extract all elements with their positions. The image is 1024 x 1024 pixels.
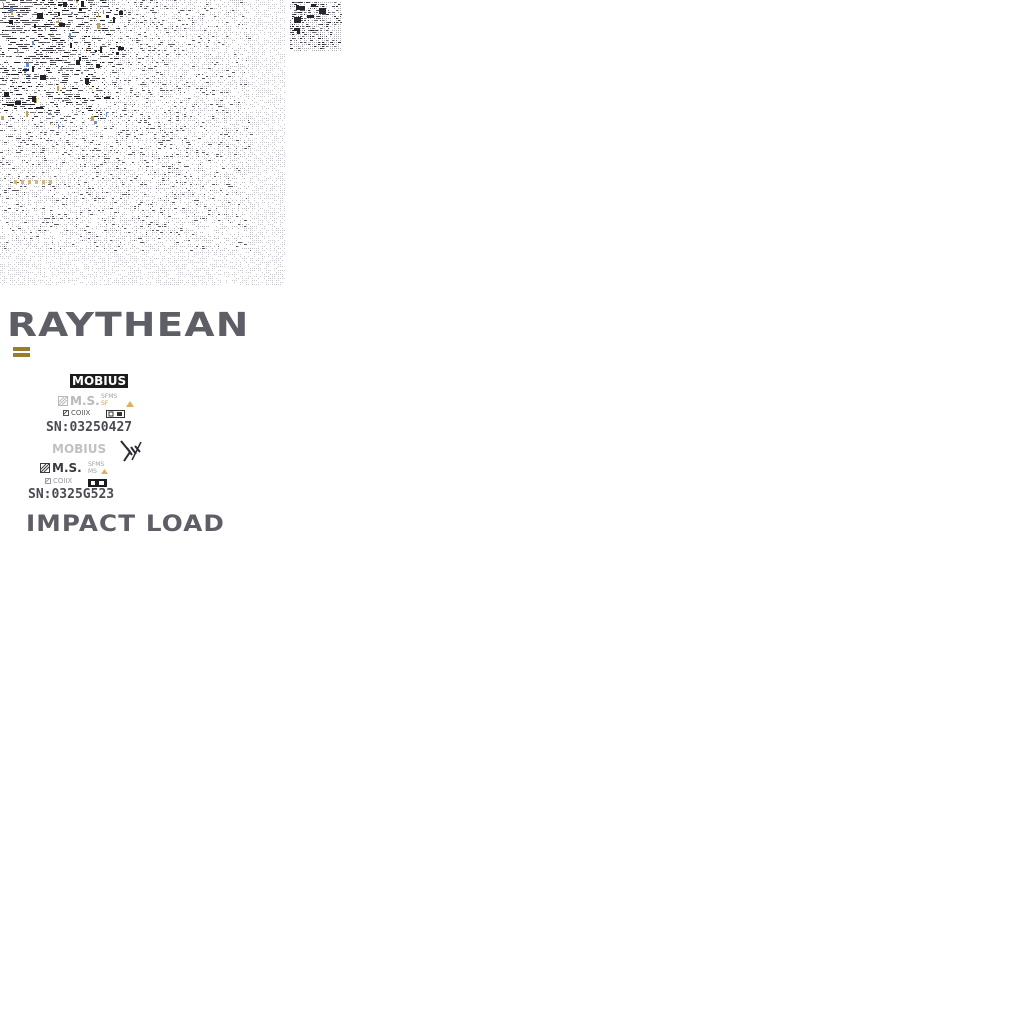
greeble-chip-tile — [290, 2, 342, 51]
greeble-texture-atlas — [0, 0, 285, 285]
coiix-label: COIIX — [53, 477, 73, 485]
triangle-icon — [101, 469, 108, 474]
ms-mark: M.S. — [52, 461, 82, 475]
impact-load-label: IMPACT LOAD — [26, 512, 225, 537]
connector-badge-icon — [106, 410, 125, 418]
mobius-logo-light: MOBIUS — [52, 442, 107, 456]
coiix-label: COIIX — [71, 409, 91, 417]
brand-wordmark: RAYTHEAN — [7, 305, 250, 344]
texture-sheet: RAYTHEAN MOBIUS M.S. SFMS SF COIIX SN:03… — [0, 0, 1024, 1024]
connector-badge-icon — [88, 479, 107, 487]
hatch-square-small-icon — [63, 410, 69, 416]
wing-emblem-icon — [120, 440, 142, 462]
hatch-square-dark-icon — [40, 463, 50, 473]
triangle-icon — [126, 401, 134, 407]
ms-small-label: MS — [88, 468, 97, 475]
hatch-square-icon — [58, 396, 68, 406]
sf-label: SF — [101, 400, 109, 407]
serial-number: SN:03250427 — [46, 420, 133, 435]
gold-bar-mark — [13, 347, 30, 359]
serial-number: SN:0325G523 — [28, 487, 115, 502]
ms-mark: M.S. — [70, 394, 100, 408]
hatch-square-small-icon — [45, 478, 51, 484]
mobius-logo-dark: MOBIUS — [70, 374, 129, 388]
